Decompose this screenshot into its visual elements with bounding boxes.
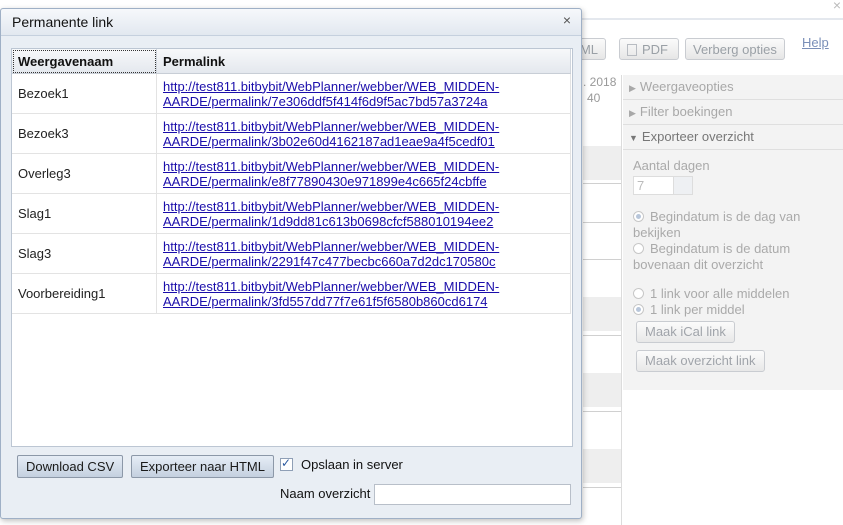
pdf-label: PDF — [642, 42, 668, 57]
window-close-icon[interactable]: × — [833, 0, 841, 13]
permalink-link-line1[interactable]: http://test811.bitbybit/WebPlanner/webbe… — [163, 159, 499, 174]
planner-row-line — [583, 335, 621, 336]
planner-row-line — [583, 222, 621, 223]
planner-rows — [583, 108, 621, 525]
radio-icon — [633, 288, 644, 299]
planner-row-shade — [583, 373, 621, 407]
table-row[interactable]: Bezoek3 http://test811.bitbybit/WebPlanne… — [12, 113, 571, 154]
row-name: Slag1 — [12, 193, 157, 234]
row-name: Voorbereiding1 — [12, 273, 157, 314]
radio-icon — [633, 211, 644, 222]
days-value: 7 — [637, 178, 645, 193]
overview-name-label: Naam overzicht — [280, 486, 371, 501]
export-html-button[interactable]: Exporteer naar HTML — [131, 455, 274, 478]
radio-icon — [633, 243, 644, 254]
planner-row-line — [583, 411, 621, 412]
column-header-name[interactable]: Weergavenaam — [12, 49, 157, 74]
week-number: 40 — [587, 91, 601, 105]
date-header: . 2018 40 — [583, 74, 616, 106]
planner-row-shade — [583, 146, 621, 180]
days-label: Aantal dagen — [633, 158, 710, 173]
export-pdf-button[interactable]: PDF — [619, 38, 679, 60]
section-filter-label: Filter boekingen — [639, 104, 733, 119]
permalink-link-line2[interactable]: AARDE/permalink/1d9dd81c613b0698cfcf5880… — [163, 214, 493, 229]
permalink-link-line2[interactable]: AARDE/permalink/7e306ddf5f414f6d9f5ac7bd… — [163, 94, 488, 109]
table-header-row: Weergavenaam Permalink — [12, 49, 571, 74]
permalink-link-line1[interactable]: http://test811.bitbybit/WebPlanner/webbe… — [163, 79, 499, 94]
section-view-options[interactable]: ▶ Weergaveopties — [623, 75, 843, 100]
radio-start-top-label: Begindatum is de datum bovenaan dit over… — [633, 241, 791, 272]
save-server-label: Opslaan in server — [301, 457, 403, 472]
make-overview-link-button[interactable]: Maak overzicht link — [636, 350, 765, 372]
radio-one-link[interactable]: 1 link voor alle middelen — [633, 286, 789, 302]
make-ical-link-button[interactable]: Maak iCal link — [636, 321, 735, 343]
section-export-overview[interactable]: ▼ Exporteer overzicht — [623, 125, 843, 150]
radio-one-link-label: 1 link voor alle middelen — [650, 286, 790, 301]
overview-name-input[interactable] — [374, 484, 571, 505]
row-name: Bezoek3 — [12, 113, 157, 154]
days-stepper[interactable]: 7 — [633, 176, 693, 195]
radio-per-link-label: 1 link per middel — [650, 302, 745, 317]
row-name: Slag3 — [12, 233, 157, 274]
row-permalink[interactable]: http://test811.bitbybit/WebPlanner/webbe… — [156, 153, 571, 194]
planner-row-line — [583, 487, 621, 488]
radio-start-top[interactable]: Begindatum is de datum bovenaan dit over… — [633, 241, 833, 273]
permalink-link-line1[interactable]: http://test811.bitbybit/WebPlanner/webbe… — [163, 279, 499, 294]
section-view-label: Weergaveopties — [639, 79, 734, 94]
sidebar-divider — [621, 75, 622, 525]
options-sidebar: ▶ Weergaveopties ▶ Filter boekingen ▼ Expor… — [623, 75, 843, 390]
permalink-link-line1[interactable]: http://test811.bitbybit/WebPlanner/webbe… — [163, 199, 499, 214]
section-filter-bookings[interactable]: ▶ Filter boekingen — [623, 100, 843, 125]
row-permalink[interactable]: http://test811.bitbybit/WebPlanner/webbe… — [156, 273, 571, 314]
table-row[interactable]: Slag3 http://test811.bitbybit/WebPlanner/… — [12, 233, 571, 274]
table-row[interactable]: Slag1 http://test811.bitbybit/WebPlanner/… — [12, 193, 571, 234]
permalink-link-line2[interactable]: AARDE/permalink/2291f47c477becbc660a7d2d… — [163, 254, 495, 269]
date-year: . 2018 — [583, 75, 617, 89]
row-permalink[interactable]: http://test811.bitbybit/WebPlanner/webbe… — [156, 233, 571, 274]
permalink-link-line2[interactable]: AARDE/permalink/3fd557dd77f7e61f5f6580b8… — [163, 294, 488, 309]
permalink-link-line1[interactable]: http://test811.bitbybit/WebPlanner/webbe… — [163, 239, 499, 254]
planner-row-shade — [583, 297, 621, 331]
stepper-arrows-icon[interactable] — [673, 177, 692, 194]
permalink-link-line2[interactable]: AARDE/permalink/e8f77890430e971899e4c665… — [163, 174, 487, 189]
planner-row-shade — [583, 449, 621, 483]
chevron-right-icon: ▶ — [629, 83, 636, 93]
table-row[interactable]: Overleg3 http://test811.bitbybit/WebPlann… — [12, 153, 571, 194]
planner-row-line — [583, 259, 621, 260]
radio-start-view-label: Begindatum is de dag van bekijken — [633, 209, 801, 240]
help-link[interactable]: Help — [802, 35, 829, 50]
permalink-link-line1[interactable]: http://test811.bitbybit/WebPlanner/webbe… — [163, 119, 499, 134]
radio-start-view[interactable]: Begindatum is de dag van bekijken — [633, 209, 833, 241]
save-server-checkbox[interactable] — [280, 456, 293, 471]
chevron-right-icon: ▶ — [629, 108, 636, 118]
export-section-body: Aantal dagen 7 Begindatum is de dag van … — [623, 150, 843, 390]
pdf-icon — [627, 44, 637, 56]
permalink-link-line2[interactable]: AARDE/permalink/3b02e60d4162187ad1eae9a4… — [163, 134, 495, 149]
row-permalink[interactable]: http://test811.bitbybit/WebPlanner/webbe… — [156, 73, 571, 114]
column-header-link[interactable]: Permalink — [156, 49, 571, 74]
table-row[interactable]: Voorbereiding1 http://test811.bitbybit/We… — [12, 273, 571, 314]
chevron-down-icon: ▼ — [629, 133, 638, 143]
close-icon[interactable]: × — [563, 12, 571, 28]
radio-per-link[interactable]: 1 link per middel — [633, 302, 745, 318]
permalink-table: Weergavenaam Permalink Bezoek1 http://tes… — [11, 48, 573, 447]
dialog-title: Permanente link — [1, 9, 581, 36]
table-row[interactable]: Bezoek1 http://test811.bitbybit/WebPlanne… — [12, 73, 571, 114]
permalink-dialog: Permanente link × Weergavenaam Permalink… — [0, 8, 582, 519]
row-permalink[interactable]: http://test811.bitbybit/WebPlanner/webbe… — [156, 113, 571, 154]
planner-row-line — [583, 183, 621, 184]
hide-options-button[interactable]: Verberg opties — [685, 38, 785, 60]
download-csv-button[interactable]: Download CSV — [17, 455, 124, 478]
row-permalink[interactable]: http://test811.bitbybit/WebPlanner/webbe… — [156, 193, 571, 234]
radio-icon — [633, 304, 644, 315]
row-name: Overleg3 — [12, 153, 157, 194]
row-name: Bezoek1 — [12, 73, 157, 114]
section-export-label: Exporteer overzicht — [641, 129, 754, 144]
